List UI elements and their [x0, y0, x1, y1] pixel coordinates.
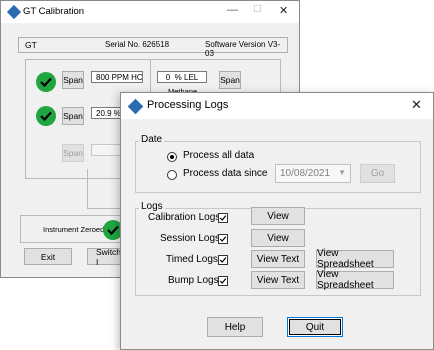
help-button[interactable]: Help [207, 317, 263, 337]
radio-process-since[interactable] [167, 170, 177, 180]
logs-group-label: Logs [139, 201, 165, 212]
sensor-field-2: 20.9 % [91, 107, 121, 119]
timed-view-spreadsheet-button[interactable]: View Spreadsheet [316, 248, 394, 270]
span-button-1[interactable]: Span [62, 71, 84, 89]
processing-logs-dialog: Processing Logs ✕ Date Process all data … [120, 92, 434, 350]
sensor-field-3 [91, 144, 121, 156]
app-icon [127, 98, 144, 115]
timed-logs-checkbox[interactable] [218, 255, 228, 265]
app-icon [6, 4, 22, 20]
bump-view-spreadsheet-button[interactable]: View Spreadsheet [316, 269, 394, 291]
sensor-field-1: 800 PPM HC [91, 71, 143, 83]
lel-unit: % LEL [174, 72, 199, 82]
calibration-view-button[interactable]: View [251, 207, 305, 225]
quit-button[interactable]: Quit [287, 317, 343, 337]
bump-logs-checkbox[interactable] [218, 276, 228, 286]
date-value: 10/08/2021 [280, 168, 331, 179]
model-label: GT [25, 40, 37, 50]
radio-process-all-label: Process all data [183, 150, 255, 161]
session-logs-checkbox[interactable] [218, 234, 228, 244]
check-icon [36, 106, 56, 126]
dialog-title: Processing Logs [147, 99, 229, 111]
span-button-4: Span [62, 144, 84, 162]
title-bar: GT Calibration — ☐ ✕ [1, 1, 299, 23]
timed-view-text-button[interactable]: View Text [251, 250, 305, 268]
calibration-logs-label: Calibration Logs [148, 212, 221, 223]
sub-frame [87, 169, 121, 209]
bump-logs-label: Bump Logs [168, 275, 219, 286]
switch-button[interactable]: Switch I [87, 247, 121, 267]
exit-button[interactable]: Exit [24, 248, 72, 265]
lel-reading: 0 % LEL [157, 71, 207, 83]
window-title: GT Calibration [23, 6, 85, 17]
close-icon[interactable]: ✕ [279, 4, 288, 17]
radio-process-all[interactable] [167, 152, 177, 162]
title-bar: Processing Logs ✕ [121, 93, 433, 119]
chevron-down-icon: ▼ [338, 168, 346, 177]
session-view-button[interactable]: View [251, 229, 305, 247]
session-logs-label: Session Logs [160, 233, 221, 244]
span-button-3[interactable]: Span [62, 107, 84, 125]
span-button-2[interactable]: Span [219, 71, 241, 89]
date-picker: 10/08/2021 ▼ [275, 164, 351, 183]
bump-view-text-button[interactable]: View Text [251, 271, 305, 289]
calibration-logs-checkbox[interactable] [218, 213, 228, 223]
close-icon[interactable]: ✕ [411, 97, 422, 113]
maximize-icon: ☐ [253, 4, 262, 15]
check-icon [36, 72, 56, 92]
zeroed-label: Instrument Zeroed [43, 225, 105, 234]
serial-label: Serial No. 626518 [105, 40, 170, 49]
radio-process-since-label: Process data since [183, 168, 268, 179]
lel-value: 0 [165, 72, 171, 82]
device-header: GT Serial No. 626518 Software Version V3… [18, 37, 288, 58]
minimize-icon[interactable]: — [227, 4, 238, 16]
timed-logs-label: Timed Logs [166, 254, 218, 265]
go-button: Go [360, 164, 395, 183]
date-group-label: Date [139, 134, 165, 145]
version-label: Software Version V3-03 [205, 40, 281, 58]
